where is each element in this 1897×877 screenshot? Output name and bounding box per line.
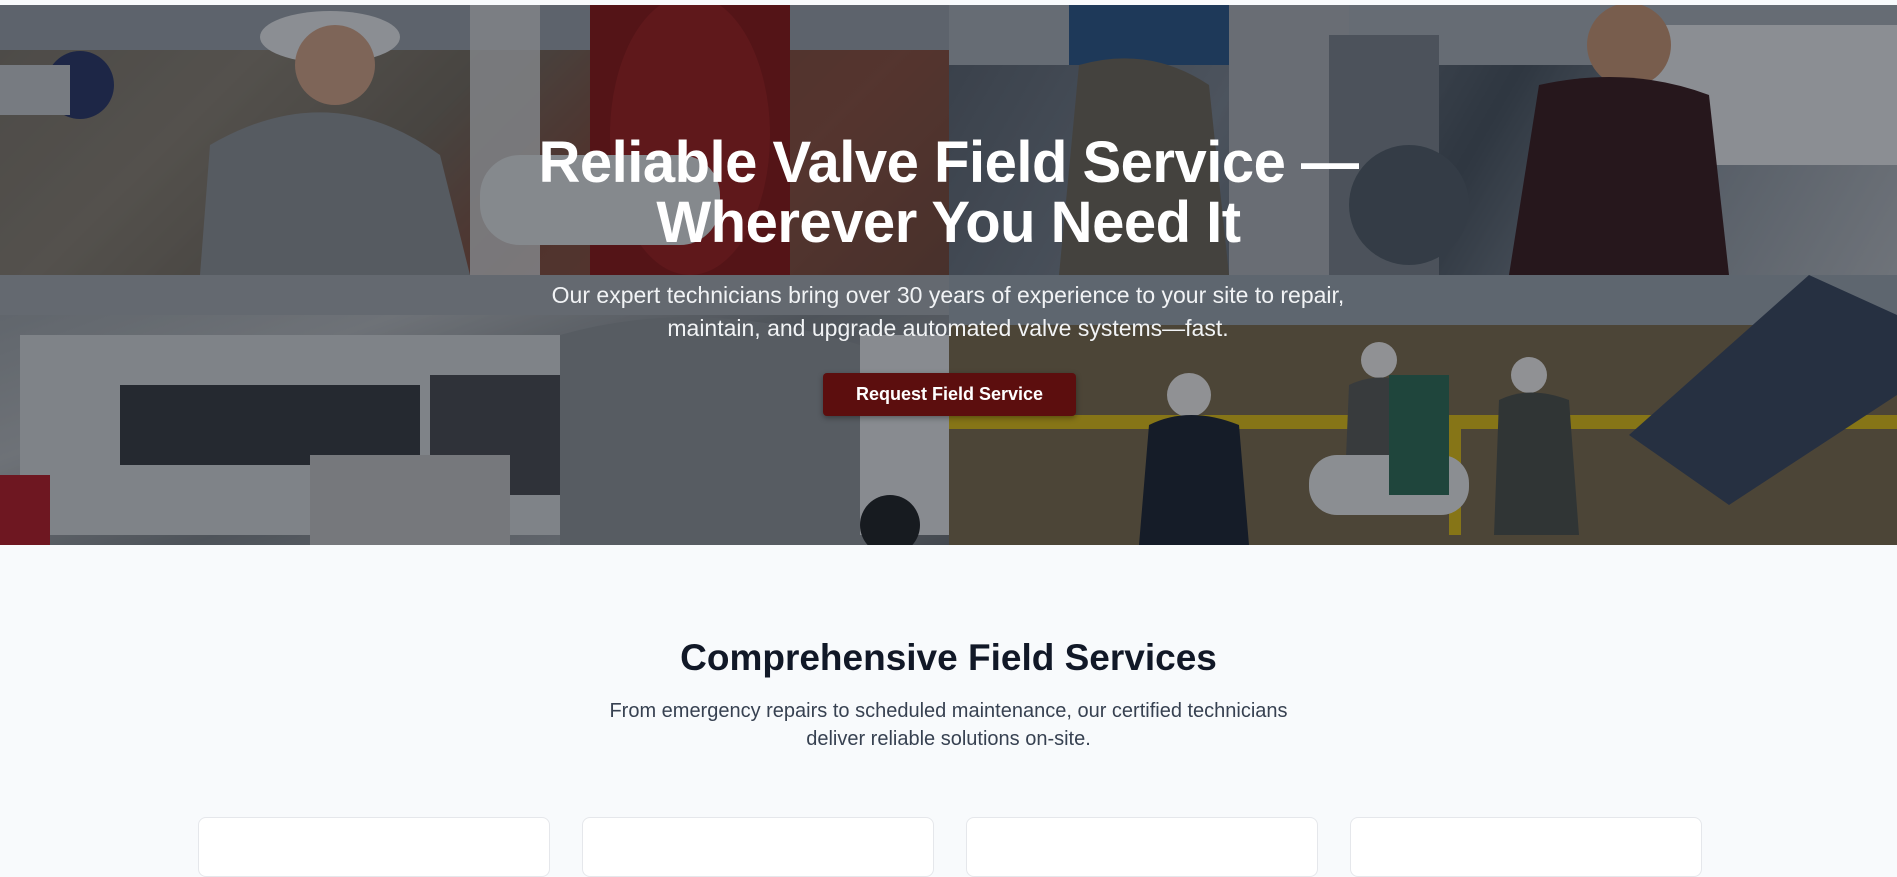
- hero-subtitle-line-2: maintain, and upgrade automated valve sy…: [667, 315, 1229, 341]
- services-title: Comprehensive Field Services: [680, 637, 1217, 678]
- hero-title: Reliable Valve Field Service — Wherever …: [0, 133, 1897, 253]
- service-card[interactable]: [1350, 817, 1702, 877]
- hero-section: Reliable Valve Field Service — Wherever …: [0, 5, 1897, 545]
- service-card[interactable]: [966, 817, 1318, 877]
- service-card[interactable]: [582, 817, 934, 877]
- hero-content: Reliable Valve Field Service — Wherever …: [0, 5, 1897, 545]
- services-subtitle-line-2: deliver reliable solutions on-site.: [806, 728, 1091, 750]
- hero-subtitle-line-1: Our expert technicians bring over 30 yea…: [551, 282, 1345, 308]
- hero-subtitle: Our expert technicians bring over 30 yea…: [448, 279, 1448, 345]
- hero-title-line-1: Reliable Valve Field Service —: [538, 130, 1360, 195]
- services-section: Comprehensive Field Services From emerge…: [0, 545, 1897, 877]
- service-card[interactable]: [198, 817, 550, 877]
- request-field-service-button[interactable]: Request Field Service: [823, 373, 1076, 416]
- services-subtitle-line-1: From emergency repairs to scheduled main…: [609, 700, 1288, 722]
- services-subtitle: From emergency repairs to scheduled main…: [560, 697, 1337, 753]
- hero-title-line-2: Wherever You Need It: [656, 190, 1241, 255]
